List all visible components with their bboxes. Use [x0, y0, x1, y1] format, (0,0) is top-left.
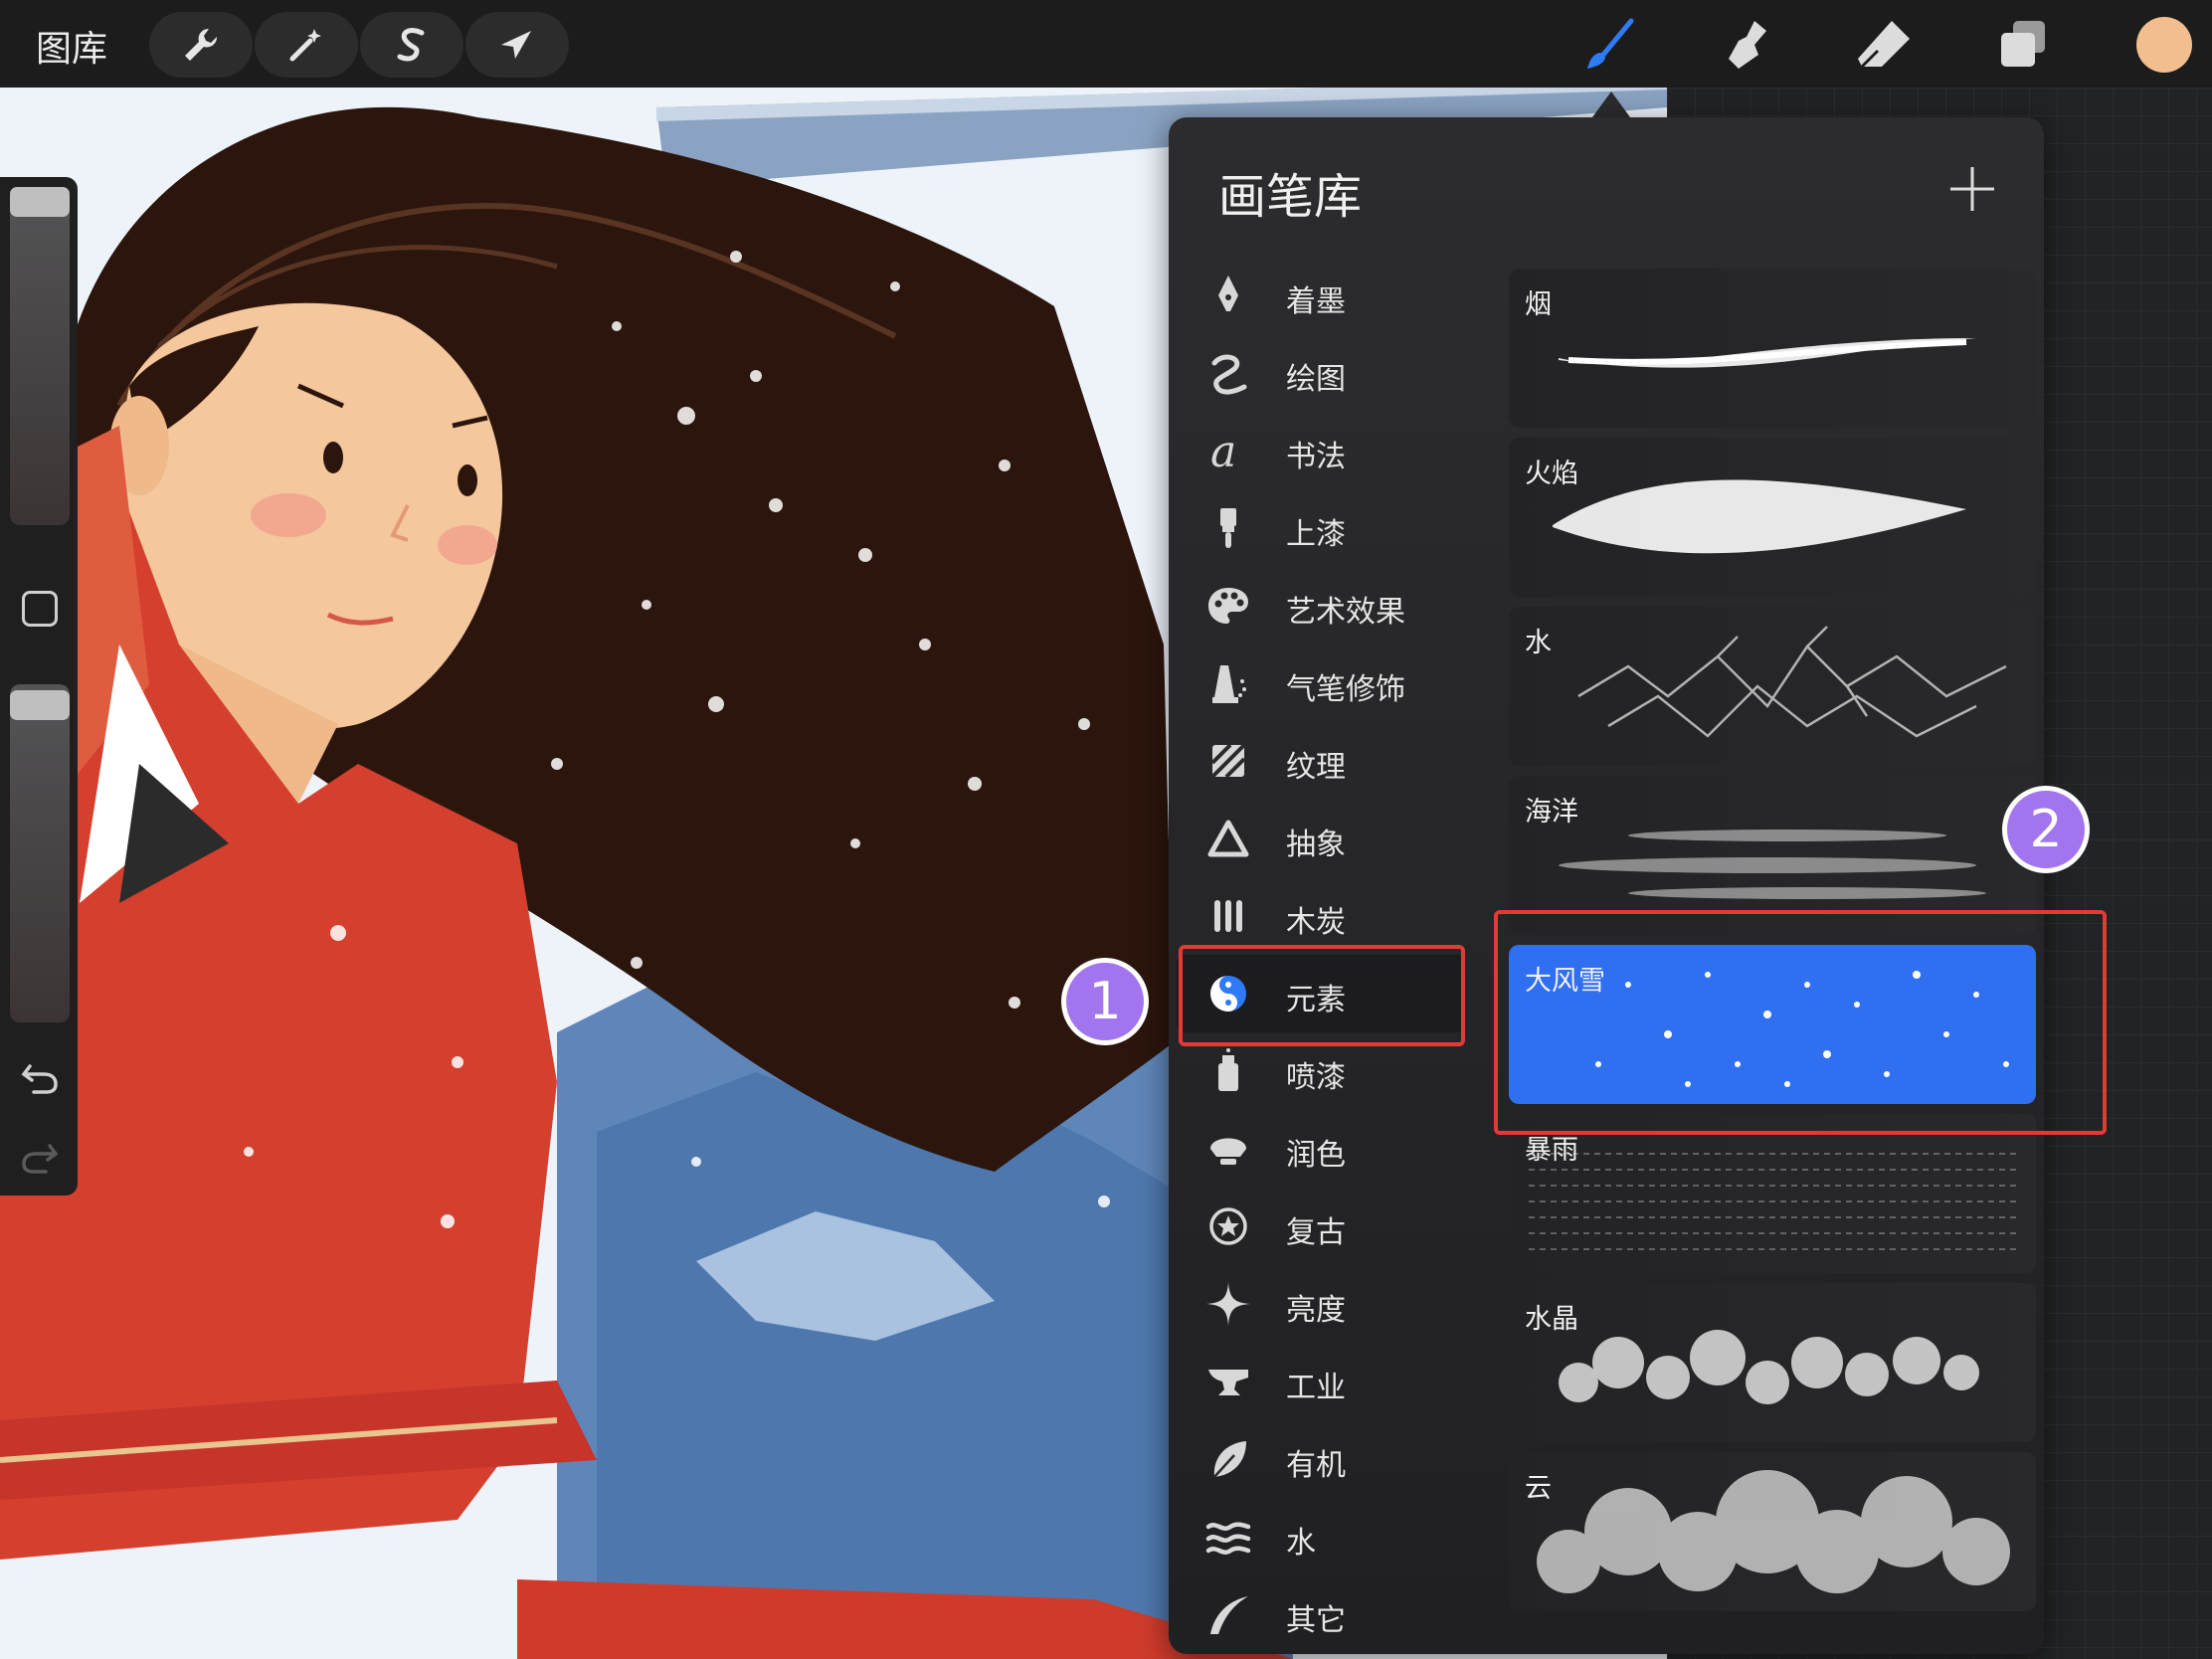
selection-s-icon[interactable]	[360, 12, 463, 78]
category-airbrush[interactable]: 气笔修饰	[1169, 645, 1467, 722]
brush-stroke-preview	[1577, 626, 2007, 738]
category-textures[interactable]: 纹理	[1169, 722, 1467, 800]
category-label: 木炭	[1286, 905, 1346, 940]
leaf-icon	[1213, 1441, 1246, 1478]
smudge-icon[interactable]	[1705, 12, 1784, 78]
anvil-icon	[1208, 1370, 1248, 1395]
paint-roller-icon	[1220, 508, 1236, 548]
blend-shell-icon	[1210, 1138, 1246, 1165]
category-vintage[interactable]: 复古	[1169, 1188, 1467, 1265]
undo-icon[interactable]	[18, 1056, 62, 1100]
category-label: 亮度	[1286, 1293, 1346, 1328]
charcoal-bars-icon	[1214, 900, 1242, 932]
brush-clouds[interactable]: 云	[1509, 1452, 2036, 1611]
annotation-badge-2: 2	[2002, 786, 2090, 873]
brush-stroke-preview	[1553, 479, 1966, 554]
brush-name: 水晶	[1525, 1304, 1578, 1335]
category-sketch[interactable]: 绘图	[1169, 334, 1467, 412]
category-luminance[interactable]: 亮度	[1169, 1265, 1467, 1343]
category-label: 复古	[1286, 1215, 1346, 1250]
brush-name: 水	[1525, 628, 1552, 658]
left-sidebar	[0, 177, 78, 1196]
brush-icon[interactable]	[1569, 12, 1649, 78]
texture-stripes-icon	[1210, 743, 1246, 779]
brush-stroke-preview	[1559, 338, 1976, 368]
adjustments-magic-wand-icon[interactable]	[255, 12, 358, 78]
star-circle-icon	[1209, 1207, 1247, 1245]
highlight-box-elements	[1179, 945, 1465, 1046]
opacity-slider[interactable]	[10, 684, 70, 1022]
category-label: 绘图	[1286, 362, 1346, 397]
brush-stroke-preview	[1559, 1330, 1979, 1404]
actions-wrench-icon[interactable]	[149, 12, 253, 78]
category-label: 着墨	[1286, 284, 1346, 319]
transform-arrow-icon[interactable]	[465, 12, 569, 78]
brush-crystal[interactable]: 水晶	[1509, 1283, 2036, 1442]
calligraphy-a-icon: a	[1210, 427, 1236, 474]
redo-icon[interactable]	[18, 1136, 62, 1180]
brush-name: 火焰	[1525, 459, 1578, 489]
category-organic[interactable]: 有机	[1169, 1420, 1467, 1498]
palette-icon	[1208, 588, 1248, 624]
current-color-swatch[interactable]	[2136, 17, 2192, 73]
brush-smoke[interactable]: 烟	[1509, 269, 2036, 428]
category-label: 润色	[1286, 1138, 1346, 1173]
brush-downpour[interactable]: 暴雨	[1509, 1114, 2036, 1273]
category-label: 气笔修饰	[1286, 672, 1405, 707]
category-label: 水	[1286, 1526, 1316, 1561]
brush-name: 烟	[1525, 289, 1552, 320]
category-label: 喷漆	[1286, 1060, 1346, 1095]
procreate-screen: 图库 画笔库 着墨 绘图 a 书法 上漆 艺术效果 气笔修饰 纹理 抽象 木炭 …	[0, 0, 2212, 1659]
brush-name: 云	[1525, 1473, 1552, 1504]
category-label: 艺术效果	[1286, 595, 1405, 630]
brush-size-slider[interactable]	[10, 187, 70, 525]
brush-water[interactable]: 水	[1509, 607, 2036, 766]
brush-stroke-preview	[1537, 1470, 2010, 1593]
brush-size-slider-thumb[interactable]	[10, 187, 70, 217]
category-industrial[interactable]: 工业	[1169, 1343, 1467, 1420]
highlight-box-blizzard	[1494, 910, 2107, 1135]
category-label: 书法	[1286, 440, 1346, 474]
eraser-icon[interactable]	[1844, 12, 1924, 78]
category-label: 纹理	[1286, 750, 1346, 785]
svg-text:a: a	[1210, 427, 1236, 474]
swoosh-icon	[1210, 1596, 1248, 1634]
sparkle-icon	[1206, 1282, 1250, 1326]
category-touchups[interactable]: 润色	[1169, 1110, 1467, 1188]
opacity-slider-thumb[interactable]	[10, 690, 70, 720]
category-ink[interactable]: 着墨	[1169, 257, 1467, 334]
airbrush-icon	[1212, 665, 1246, 703]
brush-flame[interactable]: 火焰	[1509, 438, 2036, 597]
brush-name: 海洋	[1525, 797, 1578, 828]
category-charcoal[interactable]: 木炭	[1169, 877, 1467, 955]
sketch-squiggle-icon	[1211, 354, 1247, 395]
brush-library-title: 画笔库	[1218, 169, 1363, 225]
ink-pen-icon	[1218, 276, 1238, 311]
category-abstract[interactable]: 抽象	[1169, 800, 1467, 877]
spray-can-icon	[1218, 1048, 1238, 1091]
triangle-icon	[1207, 820, 1249, 857]
category-other[interactable]: 其它	[1169, 1575, 1467, 1653]
category-label: 工业	[1286, 1371, 1346, 1405]
annotation-badge-1: 1	[1061, 958, 1149, 1045]
waves-icon	[1205, 1522, 1251, 1555]
category-label: 上漆	[1286, 517, 1346, 552]
modify-button[interactable]	[22, 591, 58, 627]
category-artistic[interactable]: 艺术效果	[1169, 567, 1467, 645]
layers-icon[interactable]	[1983, 12, 2063, 78]
category-label: 抽象	[1286, 828, 1346, 862]
plus-icon[interactable]	[1944, 161, 2000, 217]
gallery-button[interactable]: 图库	[36, 20, 107, 72]
category-label: 有机	[1286, 1448, 1346, 1483]
category-painting[interactable]: 上漆	[1169, 489, 1467, 567]
brush-stroke-preview	[1529, 1153, 2016, 1250]
category-calligraphy[interactable]: a 书法	[1169, 412, 1467, 489]
brush-library-panel: 画笔库 着墨 绘图 a 书法 上漆 艺术效果 气笔修饰 纹理 抽象 木炭 元素 …	[1169, 117, 2044, 1654]
category-water[interactable]: 水	[1169, 1498, 1467, 1575]
top-toolbar: 图库	[0, 0, 2212, 88]
category-label: 其它	[1286, 1603, 1346, 1638]
